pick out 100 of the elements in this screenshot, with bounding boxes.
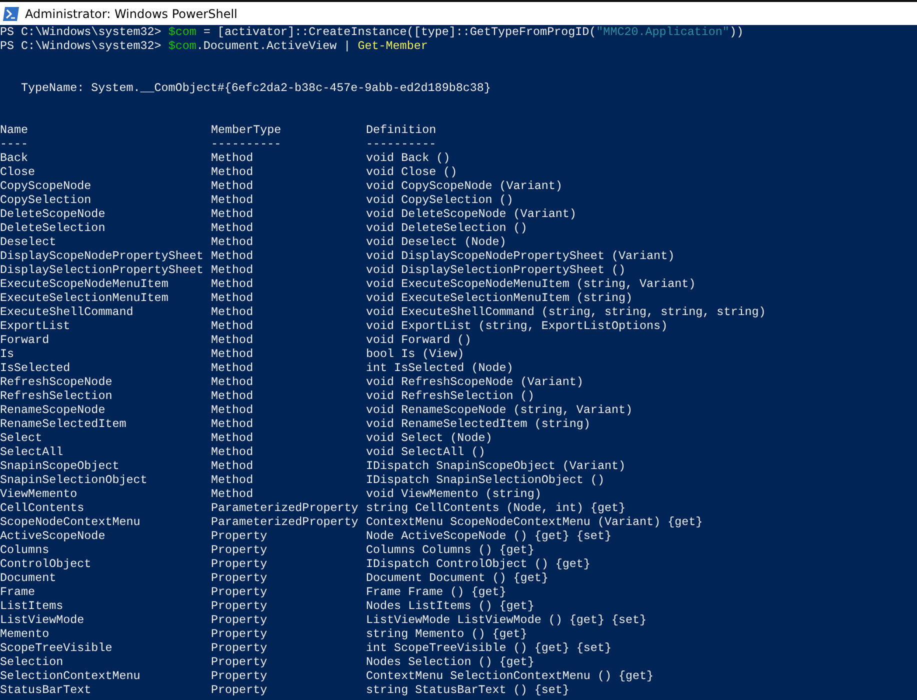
table-cell: Columns Columns () {get} (366, 543, 534, 557)
table-cell-text: DisplayScopeNodePropertySheet (0, 249, 204, 263)
table-cell: int ScopeTreeVisible () {get} {set} (366, 641, 612, 655)
table-cell-text: ViewMemento (0, 487, 78, 501)
table-cell-text: Forward (0, 333, 50, 347)
table-cell-text: ExecuteSelectionMenuItem (0, 291, 170, 305)
table-cell-text: Method (211, 221, 254, 235)
table-cell-text: Frame (0, 585, 36, 599)
table-cell-text: ListViewMode (0, 613, 86, 627)
table-cell: void CopyScopeNode (Variant) (366, 179, 562, 193)
table-cell-text: Method (211, 319, 254, 333)
table-cell: void ExportList (string, ExportListOptions) (366, 319, 668, 333)
table-cell-text: Method (211, 235, 254, 249)
table-cell: void RefreshScopeNode (Variant) (366, 375, 584, 389)
table-cell: IDispatch SnapinSelectionObject () (366, 473, 604, 487)
table-cell-text: RefreshSelection (0, 389, 114, 403)
table-cell-text: SelectionContextMenu (0, 669, 142, 683)
table-cell-text: ParameterizedProperty (211, 515, 360, 529)
table-cell: void DeleteScopeNode (Variant) (366, 207, 576, 221)
table-cell-text: Method (211, 487, 254, 501)
table-cell-text: ExecuteShellCommand (0, 305, 134, 319)
table-cell-text: Property (211, 599, 268, 613)
table-cell-text: ControlObject (0, 557, 92, 571)
table-cell-text: Property (211, 529, 268, 543)
table-cell: ContextMenu SelectionContextMenu () {get} (366, 669, 654, 683)
table-cell-text: Property (211, 655, 268, 669)
table-cell-text: CopySelection (0, 193, 92, 207)
table-cell-text: Method (211, 431, 254, 445)
table-cell-text: Selection (0, 655, 64, 669)
column-header: MemberType (211, 123, 282, 137)
table-cell-text: Property (211, 627, 268, 641)
table-cell-text: Property (211, 543, 268, 557)
table-cell-text: SnapinSelectionObject (0, 473, 148, 487)
table-cell-text: Method (211, 445, 254, 459)
table-cell: void Forward () (366, 333, 472, 347)
table-cell: void DisplaySelectionPropertySheet () (366, 263, 626, 277)
column-header: Name (0, 123, 30, 137)
table-cell-text: CopyScopeNode (0, 179, 92, 193)
table-cell: void ExecuteScopeNodeMenuItem (string, Variant) (366, 277, 696, 291)
table-cell-text: Method (211, 151, 254, 165)
table-cell-text: StatusBarText (0, 683, 92, 697)
table-cell: void DisplayScopeNodePropertySheet (Variant) (366, 249, 675, 263)
table-cell: Frame Frame () {get} (366, 585, 506, 599)
powershell-icon (3, 6, 19, 20)
table-cell-text: DisplaySelectionPropertySheet (0, 263, 204, 277)
table-cell-text: Property (211, 669, 268, 683)
table-cell-text: ScopeNodeContextMenu (0, 515, 142, 529)
table-cell-text: Method (211, 291, 254, 305)
table-cell-text: CellContents (0, 501, 86, 515)
table-cell-text: Method (211, 263, 254, 277)
table-cell: ListViewMode ListViewMode () {get} {set} (366, 613, 647, 627)
table-cell-text: Method (211, 417, 254, 431)
table-cell: Nodes ListItems () {get} (366, 599, 534, 613)
table-cell-text: Property (211, 641, 268, 655)
table-cell: void DeleteSelection () (366, 221, 528, 235)
table-cell-text: Deselect (0, 235, 58, 249)
type-name-text: TypeName: System.__ComObject#{6efc2da2-b38c-457e-9abb-ed2d189b8c38} (21, 81, 491, 95)
table-cell-text: Method (211, 207, 254, 221)
table-cell-text: ExportList (0, 319, 72, 333)
table-cell-text: Property (211, 585, 268, 599)
table-cell-text: ParameterizedProperty (211, 501, 360, 515)
command-line: PS C:\Windows\system32> $com = [activator]::CreateInstance([type]::GetTypeFromProgID("MMC20.Application")) (0, 25, 744, 39)
header-underline: ---------- (366, 137, 436, 151)
table-cell: void ExecuteSelectionMenuItem (string) (366, 291, 633, 305)
table-cell: void Deselect (Node) (366, 235, 506, 249)
table-cell: ContextMenu ScopeNodeContextMenu (Variant) {get} (366, 515, 703, 529)
table-cell: Nodes Selection () {get} (366, 655, 534, 669)
table-cell-text: Method (211, 305, 254, 319)
table-cell-text: Method (211, 193, 254, 207)
table-cell: void CopySelection () (366, 193, 514, 207)
table-cell: void ExecuteShellCommand (string, string, string, string) (366, 305, 766, 319)
table-cell: void ViewMemento (string) (366, 487, 542, 501)
table-cell-text: Back (0, 151, 30, 165)
table-cell-text: Property (211, 557, 268, 571)
table-cell: void RenameSelectedItem (string) (366, 417, 590, 431)
table-cell-text: Method (211, 473, 254, 487)
window-title: Administrator: Windows PowerShell (25, 6, 238, 20)
table-cell-text: Method (211, 361, 254, 375)
table-cell-text: Memento (0, 627, 50, 641)
table-cell-text: ExecuteScopeNodeMenuItem (0, 277, 170, 291)
table-cell-text: Close (0, 165, 36, 179)
table-cell-text: ScopeTreeVisible (0, 641, 114, 655)
table-cell-text: Document (0, 571, 58, 585)
table-cell-text: RefreshScopeNode (0, 375, 114, 389)
table-cell: Document Document () {get} (366, 571, 548, 585)
table-cell-text: DeleteScopeNode (0, 207, 106, 221)
table-cell-text: DeleteSelection (0, 221, 106, 235)
table-cell-text: Method (211, 347, 254, 361)
table-cell-text: Method (211, 375, 254, 389)
table-cell: void Close () (366, 165, 458, 179)
table-cell-text: Method (211, 165, 254, 179)
table-cell-text: ListItems (0, 599, 64, 613)
table-cell: void Select (Node) (366, 431, 492, 445)
command-line: PS C:\Windows\system32> $com.Document.ActiveView | Get-Member (0, 39, 429, 53)
table-cell-text: SelectAll (0, 445, 64, 459)
table-cell: int IsSelected (Node) (366, 361, 514, 375)
table-cell-text: Is (0, 347, 16, 361)
table-cell-text: Property (211, 571, 268, 585)
table-cell-text: Method (211, 277, 254, 291)
table-cell-text: Columns (0, 543, 50, 557)
